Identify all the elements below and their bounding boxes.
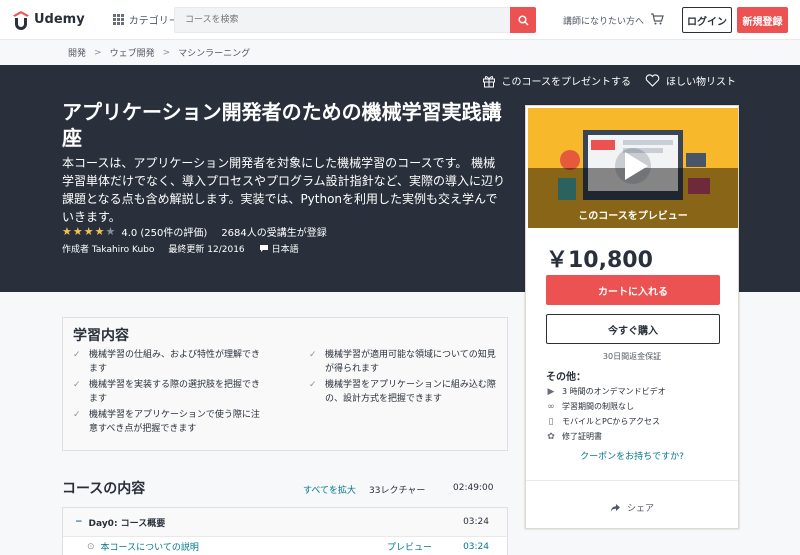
become-instructor-link[interactable]: 講師になりたい方へ xyxy=(563,14,644,27)
lecture-row[interactable]: ⊙ 本コースについての説明 プレビュー 03:24 xyxy=(63,536,507,555)
section-duration: 03:24 xyxy=(463,517,489,527)
heart-icon xyxy=(645,74,660,87)
check-icon: ✓ xyxy=(73,380,81,390)
share-icon xyxy=(610,503,620,512)
breadcrumb-item-dev[interactable]: 開発 xyxy=(68,46,86,59)
last-updated: 最終更新 12/2016 xyxy=(168,245,245,255)
learn-item: ✓ 機械学習をアプリケーションで使う際に注意すべき点が把握できます xyxy=(73,408,263,436)
learn-item: ✓ 機械学習をアプリケーションに組み込む際の、設計方式を把握できます xyxy=(309,378,499,406)
includes-item-label: モバイルとPCからアクセス xyxy=(562,417,661,426)
learn-item-text: 機械学習の仕組み、および特性が理解できます xyxy=(89,350,261,374)
top-header: Udemy カテゴリー 講師になりたい方へ ログイン 新規登録 xyxy=(0,0,800,40)
learn-item: ✓ 機械学習を実装する際の選択肢を把握できます xyxy=(73,378,263,406)
learn-item-text: 機械学習を実装する際の選択肢を把握できます xyxy=(89,380,261,404)
enrolled-count: 2684人の受講生が登録 xyxy=(221,228,327,239)
breadcrumb-item-web[interactable]: ウェブ開発 xyxy=(110,46,155,59)
rating-text: 4.0 (250件の評価) xyxy=(121,228,208,239)
star-rating-icon: ★★★★★ xyxy=(62,225,117,238)
learn-item: ✓ 機械学習が適用可能な領域についての知見が得られます xyxy=(309,348,499,376)
grid-icon xyxy=(112,14,124,25)
hero-actions: このコースをプレゼントする ほしい物リスト xyxy=(468,73,736,88)
gift-label: このコースをプレゼントする xyxy=(501,77,632,88)
total-duration: 02:49:00 xyxy=(453,483,494,493)
share-label: シェア xyxy=(626,504,654,514)
search-input[interactable] xyxy=(175,8,511,32)
curriculum-section: − Day0: コース概要 03:24 ⊙ 本コースについての説明 プレビュー … xyxy=(62,507,508,555)
lecture-title[interactable]: 本コースについての説明 xyxy=(101,540,199,553)
check-icon: ✓ xyxy=(73,350,81,360)
search-icon xyxy=(517,14,529,26)
login-button[interactable]: ログイン xyxy=(682,7,732,33)
share-button[interactable]: シェア xyxy=(526,501,738,514)
course-content-title: コースの内容 xyxy=(62,481,146,497)
course-price: ￥10,800 xyxy=(546,248,653,273)
search-button[interactable] xyxy=(510,7,536,33)
logo-text: Udemy xyxy=(34,12,85,27)
buy-now-button[interactable]: 今すぐ購入 xyxy=(546,314,720,344)
section-header[interactable]: − Day0: コース概要 03:24 xyxy=(63,508,507,536)
includes-item: ✿ 修了証明書 xyxy=(546,429,666,444)
expand-all-button[interactable]: すべてを拡大 xyxy=(303,483,356,496)
includes-title: その他： xyxy=(546,372,586,383)
includes-item-label: 修了証明書 xyxy=(562,432,602,441)
category-label: カテゴリー xyxy=(128,16,179,27)
includes-item-label: 学習期間の制限なし xyxy=(562,402,634,411)
collapse-icon: − xyxy=(75,517,83,527)
wishlist-button[interactable]: ほしい物リスト xyxy=(645,73,736,88)
cart-icon[interactable] xyxy=(650,12,664,26)
language: 日本語 xyxy=(259,242,299,255)
breadcrumb-item-ml[interactable]: マシンラーニング xyxy=(178,46,250,59)
mobile-icon: ▯ xyxy=(548,416,554,427)
rating-row: ★★★★★ 4.0 (250件の評価) 2684人の受講生が登録 xyxy=(62,224,327,239)
check-icon: ✓ xyxy=(73,410,81,420)
add-to-cart-button[interactable]: カートに入れる xyxy=(546,275,720,305)
language-label: 日本語 xyxy=(271,245,299,255)
learn-title: 学習内容 xyxy=(73,328,129,344)
includes-list: ▶ 3 時間のオンデマンドビデオ ∞ 学習期間の制限なし ▯ モバイルとPCからアクセ… xyxy=(546,384,666,444)
includes-item: ∞ 学習期間の制限なし xyxy=(546,399,666,414)
includes-item-label: 3 時間のオンデマンドビデオ xyxy=(562,387,666,396)
learn-item-text: 機械学習が適用可能な領域についての知見が得られます xyxy=(325,350,496,374)
money-back-guarantee: 30日間返金保証 xyxy=(602,352,662,361)
check-icon: ✓ xyxy=(309,350,317,360)
udemy-logo[interactable]: Udemy xyxy=(12,10,85,30)
wishlist-label: ほしい物リスト xyxy=(666,77,736,88)
category-menu[interactable]: カテゴリー xyxy=(112,12,179,27)
speech-bubble-icon xyxy=(259,245,268,252)
lecture-preview-link[interactable]: プレビュー xyxy=(387,540,432,553)
course-preview-video[interactable]: このコースをプレビュー xyxy=(528,108,738,228)
breadcrumb: 開発 > ウェブ開発 > マシンラーニング xyxy=(0,40,800,65)
learn-item-text: 機械学習をアプリケーションに組み込む際の、設計方式を把握できます xyxy=(325,380,496,404)
section-title: Day0: コース概要 xyxy=(88,518,166,529)
search-bar xyxy=(174,7,536,33)
includes-item: ▶ 3 時間のオンデマンドビデオ xyxy=(546,384,666,399)
certificate-icon: ✿ xyxy=(547,431,555,442)
course-title: アプリケーション開発者のための機械学習実践講座 xyxy=(62,100,502,150)
signup-button[interactable]: 新規登録 xyxy=(737,7,788,33)
check-icon: ✓ xyxy=(309,380,317,390)
lecture-duration: 03:24 xyxy=(463,541,489,552)
meta-row: 作成者 Takahiro Kubo 最終更新 12/2016 日本語 xyxy=(62,242,313,255)
course-description: 本コースは、アプリケーション開発者を対象にした機械学習のコースです。 機械学習単… xyxy=(62,156,506,224)
includes-item: ▯ モバイルとPCからアクセス xyxy=(546,414,666,429)
lecture-count: 33レクチャー xyxy=(369,486,426,496)
udemy-logo-icon xyxy=(13,10,29,30)
learn-item: ✓ 機械学習の仕組み、および特性が理解できます xyxy=(73,348,263,376)
video-icon: ▶ xyxy=(547,386,555,397)
preview-label: このコースをプレビュー xyxy=(578,211,688,222)
gift-course-button[interactable]: このコースをプレゼントする xyxy=(482,73,632,88)
breadcrumb-separator: > xyxy=(94,47,102,58)
author[interactable]: 作成者 Takahiro Kubo xyxy=(62,242,154,255)
purchase-card: このコースをプレビュー ￥10,800 カートに入れる 今すぐ購入 30日間返金… xyxy=(525,105,739,529)
play-circle-icon: ⊙ xyxy=(87,541,95,552)
what-you-will-learn: 学習内容 ✓ 機械学習の仕組み、および特性が理解できます ✓ 機械学習が適用可能な領… xyxy=(62,317,508,451)
learn-item-text: 機械学習をアプリケーションで使う際に注意すべき点が把握できます xyxy=(89,410,260,434)
coupon-link[interactable]: クーポンをお持ちですか? xyxy=(526,449,738,462)
infinity-icon: ∞ xyxy=(547,401,555,412)
gift-icon xyxy=(482,75,495,87)
breadcrumb-separator: > xyxy=(162,47,171,58)
divider xyxy=(526,480,738,481)
